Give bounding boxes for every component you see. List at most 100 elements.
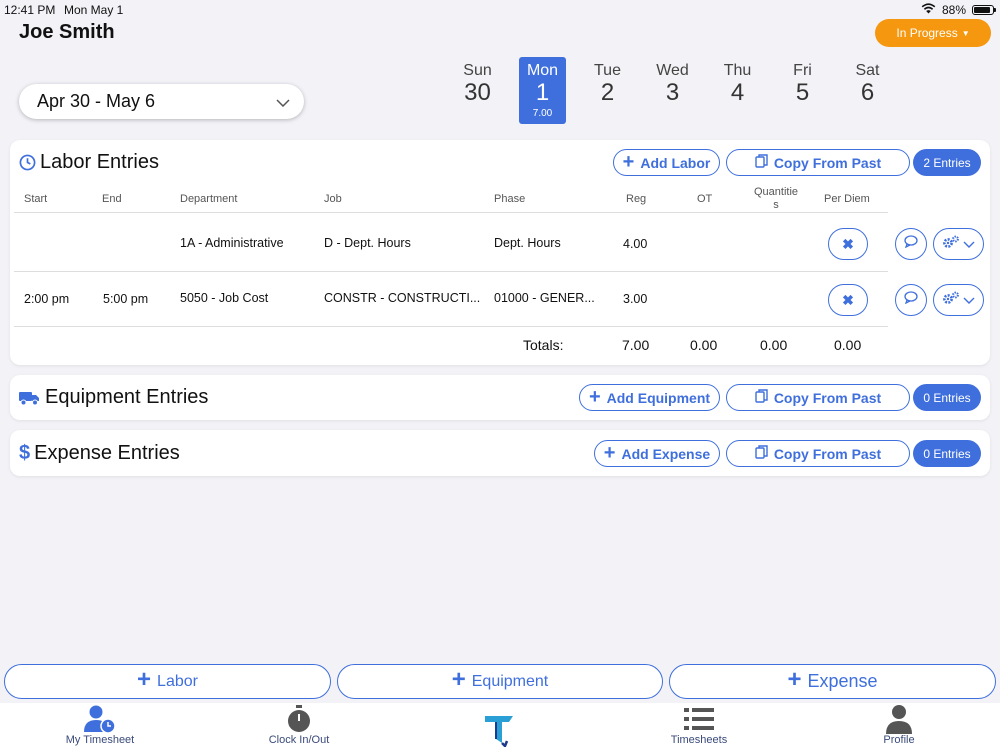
copy-icon [755,154,768,171]
add-expense-bottom-button[interactable]: + Expense [669,664,996,699]
day-selector: Sun 30 Mon 1 7.00 Tue 2 Wed 3 Thu 4 Fri 5 Sat 6 [445,57,900,124]
col-department: Department [180,193,238,205]
day-name: Fri [793,62,812,79]
day-fri[interactable]: Fri 5 [770,57,835,124]
day-number: 3 [665,79,680,106]
tab-label: Profile [883,734,915,746]
chevron-down-icon [963,235,975,253]
week-selector[interactable]: Apr 30 - May 6 [19,84,304,119]
row2-start[interactable]: 2:00 pm [24,292,69,306]
copy-expense-label: Copy From Past [773,445,882,462]
tab-timesheets[interactable]: Timesheets [629,703,769,750]
plus-icon: + [622,150,635,173]
clock-icon [19,154,36,171]
copy-icon [755,445,768,462]
copy-from-past-equipment-button[interactable]: Copy From Past [726,384,910,411]
col-quantities: Quantitie s [753,186,799,211]
add-equipment-button[interactable]: + Add Equipment [579,384,720,411]
add-expense-button[interactable]: + Add Expense [594,440,720,467]
row1-delete-button[interactable]: ✖ [828,228,868,260]
col-per-diem: Per Diem [824,193,870,205]
row2-options-button[interactable] [933,284,984,316]
tab-label: My Timesheet [65,734,135,746]
row2-phase[interactable]: 01000 - GENER... [494,291,595,305]
comment-icon [904,235,918,253]
tab-bar: My Timesheet Clock In/Out Timesheets Pro… [0,703,1000,750]
labor-title-text: Labor Entries [40,151,159,173]
row2-delete-button[interactable]: ✖ [828,284,868,316]
stopwatch-icon [286,703,312,734]
copy-from-past-labor-button[interactable]: Copy From Past [726,149,910,176]
expense-entries-title: $ Expense Entries [19,442,180,465]
row2-comment-button[interactable] [895,284,927,316]
dollar-icon: $ [19,442,31,464]
row1-phase[interactable]: Dept. Hours [494,236,561,250]
plus-icon: + [137,666,152,693]
day-name: Sat [855,62,880,79]
tab-home-logo[interactable] [430,703,570,750]
row1-job[interactable]: D - Dept. Hours [324,236,411,250]
equipment-entries-title: Equipment Entries [19,386,208,409]
add-labor-bottom-button[interactable]: + Labor [4,664,331,699]
day-hours: 7.00 [532,108,553,119]
expense-entries-count-badge[interactable]: 0 Entries [913,440,981,467]
comment-icon [904,291,918,309]
status-bar: 12:41 PM Mon May 1 88% [0,0,1000,18]
day-sat[interactable]: Sat 6 [835,57,900,124]
row2-end[interactable]: 5:00 pm [103,292,148,306]
totals-per-diem: 0.00 [834,337,862,353]
add-equipment-bottom-button[interactable]: + Equipment [337,664,663,699]
row2-department[interactable]: 5050 - Job Cost [180,291,268,305]
day-name: Mon [526,62,559,79]
day-thu[interactable]: Thu 4 [705,57,770,124]
labor-entries-count-badge[interactable]: 2 Entries [913,149,981,176]
close-icon: ✖ [842,291,854,308]
col-reg: Reg [626,193,647,205]
row1-reg[interactable]: 4.00 [623,237,647,251]
user-icon [885,703,913,734]
row1-department[interactable]: 1A - Administrative [180,236,284,250]
day-name: Thu [723,62,752,79]
plus-icon: + [451,666,466,693]
equipment-title-text: Equipment Entries [45,386,209,408]
battery-percent: 88% [941,3,966,17]
equipment-entries-count-badge[interactable]: 0 Entries [913,384,981,411]
day-name: Wed [656,62,689,79]
status-dropdown-button[interactable]: In Progress ▼ [875,19,991,47]
close-icon: ✖ [842,235,854,252]
row1-comment-button[interactable] [895,228,927,260]
day-name: Sun [463,62,492,79]
col-end: End [102,193,122,205]
status-date: Mon May 1 [64,3,124,17]
add-labor-button[interactable]: + Add Labor [613,149,720,176]
row2-job[interactable]: CONSTR - CONSTRUCTI... [324,291,480,305]
chevron-down-icon [963,291,975,309]
day-sun[interactable]: Sun 30 [445,57,510,124]
battery-icon [972,5,996,15]
col-ot: OT [697,193,713,205]
row-divider [14,326,888,327]
row1-options-button[interactable] [933,228,984,260]
day-mon[interactable]: Mon 1 7.00 [519,57,566,124]
day-wed[interactable]: Wed 3 [640,57,705,124]
tab-profile[interactable]: Profile [829,703,969,750]
tab-my-timesheet[interactable]: My Timesheet [30,703,170,750]
day-name: Tue [594,62,621,79]
copy-from-past-expense-button[interactable]: Copy From Past [726,440,910,467]
status-time: 12:41 PM [4,3,56,17]
copy-labor-label: Copy From Past [773,154,882,171]
user-clock-icon [83,703,117,734]
day-tue[interactable]: Tue 2 [575,57,640,124]
totals-ot: 0.00 [690,337,718,353]
plus-icon: + [787,666,802,693]
labor-entries-title: Labor Entries [19,151,159,174]
status-right: 88% [921,3,996,17]
tab-clock-in-out[interactable]: Clock In/Out [229,703,369,750]
add-labor-label: Add Labor [640,154,711,171]
bottom-labor-label: Labor [157,672,198,690]
col-phase: Phase [494,193,526,205]
totals-quantities: 0.00 [760,337,788,353]
user-name: Joe Smith [19,21,115,43]
row2-reg[interactable]: 3.00 [623,292,647,306]
bottom-equipment-label: Equipment [471,672,549,690]
